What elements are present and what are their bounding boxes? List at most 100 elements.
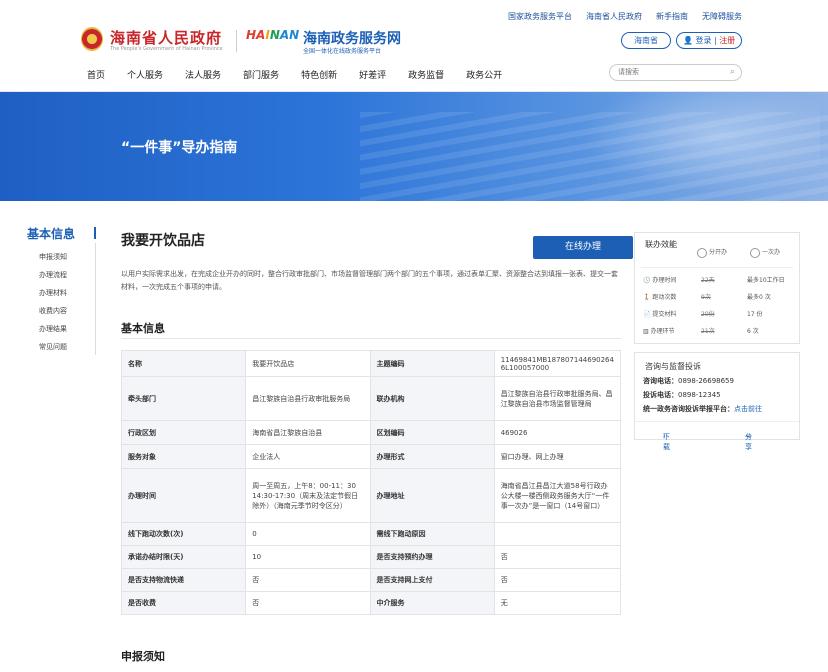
toplink-gov[interactable]: 海南省人民政府 xyxy=(586,12,642,21)
table-value: 昌江黎族自治县行政审批服务局、昌江黎族自治县市场监督管理局 xyxy=(493,376,622,421)
consult-label: 咨询电话： xyxy=(643,377,678,385)
sidebar-item-materials[interactable]: 办理材料 xyxy=(39,284,97,302)
nav-home[interactable]: 首页 xyxy=(87,71,105,81)
separate-label: 分开办 xyxy=(709,249,728,256)
site-logo-text[interactable]: 海南政务服务网 xyxy=(303,28,401,48)
top-links: 国家政务服务平台 海南省人民政府 新手指南 无障碍服务 xyxy=(494,11,742,22)
table-value: 10 xyxy=(245,545,371,569)
steps-icon: ▥ 办理环节 xyxy=(643,328,675,335)
banner: “一件事”导办指南 xyxy=(0,92,828,201)
complaint-phone: 投诉电话：0898-12345 xyxy=(643,390,721,400)
table-row: 是否支持物流快递否是否支持网上支付否 xyxy=(120,568,622,592)
toplink-national[interactable]: 国家政务服务平台 xyxy=(508,12,572,21)
sidebar-divider xyxy=(95,243,96,355)
contact-card: 咨询与监督投诉 咨询电话：0898-26698659 投诉电话：0898-123… xyxy=(634,352,800,451)
table-row: 是否收费否中介服务无 xyxy=(120,591,622,615)
sidebar-item-notice[interactable]: 申报须知 xyxy=(39,248,97,266)
consult-phone: 咨询电话：0898-26698659 xyxy=(643,376,734,386)
login-register[interactable]: 👤 登录 | 注册 xyxy=(676,32,742,49)
toplink-guide[interactable]: 新手指南 xyxy=(656,12,688,21)
login-link[interactable]: 登录 xyxy=(696,36,712,45)
table-value: 周一至周五，上午8：00-11：30 14:30-17:30（周末及法定节假日除… xyxy=(245,468,371,523)
table-row: 线下跑动次数(次) 0 需线下跑动原因 xyxy=(120,522,622,546)
download-label: 下载 xyxy=(663,433,670,451)
nav-supervision[interactable]: 政务监督 xyxy=(408,71,444,81)
nav-rating[interactable]: 好差评 xyxy=(359,71,386,81)
combined-icon xyxy=(750,247,760,258)
table-key: 承诺办结时限(天) xyxy=(120,545,247,569)
table-value: 否 xyxy=(493,545,622,569)
table-key: 是否支持预约办理 xyxy=(369,545,495,569)
table-value: 我要开饮品店 xyxy=(245,350,371,377)
sidebar-item-fees[interactable]: 收费内容 xyxy=(39,302,97,320)
search-input[interactable]: 请搜索 ⌕ xyxy=(609,64,742,81)
combined-label: 一次办 xyxy=(762,249,781,256)
row-label: 提交材料 xyxy=(652,311,677,318)
table-value: 窗口办理、网上办理 xyxy=(493,444,622,469)
main-content: 我要开饮品店 在线办理 以用户实际需求出发，在完成企业开办的同时，整合行政审批部… xyxy=(120,230,633,615)
site-header: 国家政务服务平台 海南省人民政府 新手指南 无障碍服务 海南省人民政府 The Peo… xyxy=(0,0,828,92)
table-key: 线下跑动次数(次) xyxy=(120,522,247,546)
sidebar-item-faq[interactable]: 常见问题 xyxy=(39,338,97,356)
table-key: 是否支持物流快递 xyxy=(120,568,247,592)
table-key: 办理地址 xyxy=(369,468,495,523)
table-row: 承诺办结时限(天) 10 是否支持预约办理否 xyxy=(120,545,622,569)
nav-public[interactable]: 政务公开 xyxy=(466,71,502,81)
table-key: 联办机构 xyxy=(369,376,495,421)
row-before: 9次 xyxy=(701,294,711,301)
register-link[interactable]: 注册 xyxy=(719,36,735,45)
logo-divider xyxy=(236,30,237,52)
row-label: 跑动次数 xyxy=(652,294,677,301)
description: 以用户实际需求出发，在完成企业开办的同时，整合行政审批部门、市场监督管理部门两个… xyxy=(121,270,618,291)
table-row: 名称 我要开饮品店 主题编码 11469841MB187807144690264 6L… xyxy=(120,350,622,377)
walk-icon: 🚶 跑动次数 xyxy=(643,294,677,301)
table-key: 办理形式 xyxy=(369,444,495,469)
sidebar-item-result[interactable]: 办理结果 xyxy=(39,320,97,338)
sidebar-item-process[interactable]: 办理流程 xyxy=(39,266,97,284)
separate-icon xyxy=(697,247,707,258)
table-value: 0 xyxy=(245,522,371,546)
table-value: 否 xyxy=(493,568,622,592)
gov-logo-text[interactable]: 海南省人民政府 xyxy=(110,27,222,48)
online-apply-button[interactable]: 在线办理 xyxy=(533,236,633,259)
table-key: 是否收费 xyxy=(120,591,247,615)
card-actions: ⭳ 下载 ⋖ 分享 xyxy=(635,421,799,451)
search-icon[interactable]: ⌕ xyxy=(730,65,735,80)
row-label: 办理环节 xyxy=(650,328,675,335)
table-key: 主题编码 xyxy=(369,350,495,377)
platform-label: 统一政务咨询投诉举报平台： xyxy=(643,405,734,413)
table-value: 否 xyxy=(245,568,371,592)
table-key: 牵头部门 xyxy=(120,376,247,421)
table-row: 行政区划 海南省昌江黎族自治县 区划编码 469026 xyxy=(120,420,622,445)
nav-feature[interactable]: 特色创新 xyxy=(301,71,337,81)
national-emblem-icon xyxy=(81,27,103,51)
row-before: 21次 xyxy=(701,328,715,335)
row-after: 17 份 xyxy=(747,311,763,318)
platform-link[interactable]: 点击前往 xyxy=(734,405,762,413)
table-key: 服务对象 xyxy=(120,444,247,469)
hainan-logo: HAINAN xyxy=(246,28,300,42)
table-value: 否 xyxy=(245,591,371,615)
platform-line: 统一政务咨询投诉举报平台：点击前往 xyxy=(643,404,762,414)
table-row: 办理时间 周一至周五，上午8：00-11：30 14:30-17:30（周末及法定… xyxy=(120,468,622,523)
table-value: 469026 xyxy=(493,420,622,445)
sidebar-heading[interactable]: 基本信息 xyxy=(27,225,97,242)
toplink-accessibility[interactable]: 无障碍服务 xyxy=(702,12,742,21)
table-value xyxy=(493,522,622,546)
region-selector[interactable]: 海南省 xyxy=(621,32,671,49)
site-logo-subtitle: 全国一体化在线政务服务平台 xyxy=(303,48,382,55)
table-key: 需线下跑动原因 xyxy=(369,522,495,546)
contact-title: 咨询与监督投诉 xyxy=(645,362,701,371)
efficiency-divider xyxy=(641,267,793,268)
table-row: 牵头部门 昌江黎族自治县行政审批服务局 联办机构 昌江黎族自治县行政审批服务局、昌江黎… xyxy=(120,376,622,421)
efficiency-card: 联办效能 分开办 一次办 🕓 办理时间 22天 最多10工作日 🚶 跑动次数 9次 最多… xyxy=(634,232,800,344)
main-nav: 首页 个人服务 法人服务 部门服务 特色创新 好差评 政务监督 政务公开 xyxy=(87,68,524,81)
nav-personal[interactable]: 个人服务 xyxy=(127,71,163,81)
row-after: 6 次 xyxy=(747,328,759,335)
nav-legal[interactable]: 法人服务 xyxy=(185,71,221,81)
nav-dept[interactable]: 部门服务 xyxy=(243,71,279,81)
table-key: 名称 xyxy=(120,350,247,377)
section-title-notice: 申报须知 xyxy=(121,650,165,663)
efficiency-title: 联办效能 xyxy=(645,240,677,249)
table-value: 昌江黎族自治县行政审批服务局 xyxy=(245,376,371,421)
